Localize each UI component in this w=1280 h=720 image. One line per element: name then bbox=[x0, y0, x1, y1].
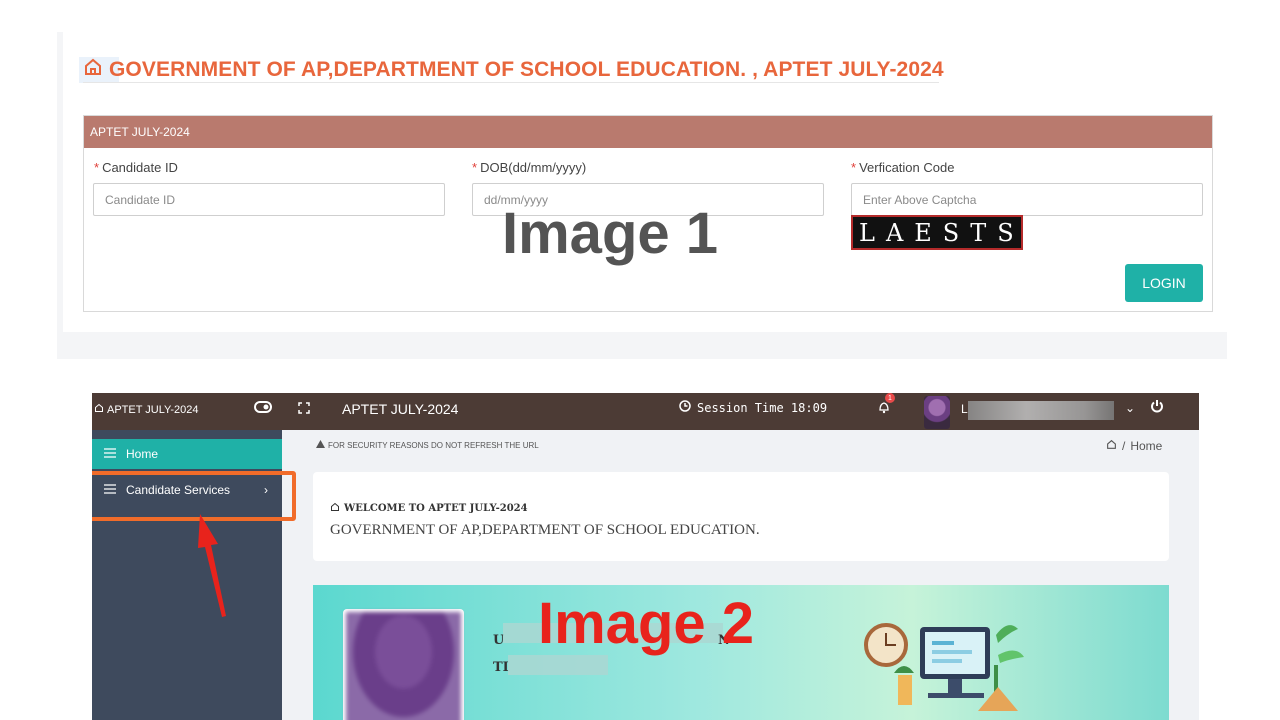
required-marker: * bbox=[851, 160, 857, 175]
login-card: GOVERNMENT OF AP,DEPARTMENT OF SCHOOL ED… bbox=[63, 32, 1227, 332]
clock-icon bbox=[679, 400, 691, 415]
home-icon[interactable] bbox=[1106, 439, 1117, 453]
home-icon bbox=[83, 57, 103, 83]
brand[interactable]: APTET JULY-2024 bbox=[94, 403, 199, 416]
warning-icon bbox=[316, 440, 325, 450]
arrow-icon bbox=[198, 514, 226, 617]
captcha-image: LAESTS bbox=[851, 215, 1023, 250]
avatar[interactable] bbox=[924, 396, 950, 429]
welcome-heading-text: WELCOME TO APTET JULY-2024 bbox=[344, 503, 528, 514]
candidate-id-input[interactable] bbox=[93, 183, 445, 216]
required-marker: * bbox=[472, 160, 478, 175]
page-title-text: GOVERNMENT OF AP,DEPARTMENT OF SCHOOL ED… bbox=[109, 58, 944, 81]
screenshot-dashboard: APTET JULY-2024 APTET JULY-2024 Session … bbox=[92, 393, 1199, 720]
screenshot-login-page: GOVERNMENT OF AP,DEPARTMENT OF SCHOOL ED… bbox=[57, 32, 1227, 359]
breadcrumb-separator: / bbox=[1122, 439, 1126, 453]
redacted-id bbox=[508, 655, 608, 675]
home-icon bbox=[94, 403, 104, 416]
candidate-photo bbox=[343, 609, 464, 720]
candidate-id-label: * Candidate ID bbox=[94, 160, 178, 175]
dob-label: * DOB(dd/mm/yyyy) bbox=[472, 160, 587, 175]
title-divider bbox=[83, 82, 939, 83]
sidebar-item-label: Home bbox=[126, 447, 159, 461]
breadcrumb-current[interactable]: Home bbox=[1130, 439, 1162, 453]
welcome-subtitle: GOVERNMENT OF AP,DEPARTMENT OF SCHOOL ED… bbox=[330, 522, 760, 538]
panel-header: APTET JULY-2024 bbox=[84, 116, 1212, 148]
banner-line-2: TI bbox=[493, 660, 509, 675]
security-notice-text: FOR SECURITY REASONS DO NOT REFRESH THE … bbox=[328, 440, 539, 450]
notification-badge: 1 bbox=[885, 393, 895, 403]
captcha-input[interactable] bbox=[851, 183, 1203, 216]
brand-text: APTET JULY-2024 bbox=[107, 403, 199, 416]
main-content: FOR SECURITY REASONS DO NOT REFRESH THE … bbox=[282, 430, 1199, 720]
verification-code-label: * Verfication Code bbox=[851, 160, 955, 175]
session-timer: Session Time 18:09 bbox=[679, 400, 827, 415]
fullscreen-icon[interactable] bbox=[298, 402, 310, 416]
home-icon bbox=[330, 502, 340, 515]
image-2-label: Image 2 bbox=[538, 591, 754, 656]
welcome-card: WELCOME TO APTET JULY-2024 GOVERNMENT OF… bbox=[313, 472, 1169, 561]
breadcrumb: / Home bbox=[1106, 439, 1162, 453]
menu-icon bbox=[104, 447, 116, 461]
security-notice: FOR SECURITY REASONS DO NOT REFRESH THE … bbox=[316, 440, 539, 450]
sidebar-item-home[interactable]: Home bbox=[92, 439, 282, 469]
login-button[interactable]: LOGIN bbox=[1125, 264, 1203, 302]
top-navbar: APTET JULY-2024 APTET JULY-2024 Session … bbox=[92, 393, 1199, 430]
chevron-down-icon[interactable]: ⌄ bbox=[1125, 401, 1135, 415]
user-initial: L bbox=[961, 402, 968, 416]
image-1-label: Image 1 bbox=[502, 201, 718, 266]
blurred-photo bbox=[346, 612, 461, 720]
toggle-icon[interactable] bbox=[254, 400, 272, 416]
power-icon[interactable] bbox=[1150, 399, 1164, 417]
required-marker: * bbox=[94, 160, 100, 175]
redacted-username bbox=[968, 401, 1114, 420]
session-text: Session Time 18:09 bbox=[697, 400, 828, 415]
page-title: GOVERNMENT OF AP,DEPARTMENT OF SCHOOL ED… bbox=[79, 57, 944, 83]
welcome-heading: WELCOME TO APTET JULY-2024 bbox=[330, 502, 528, 515]
desk-illustration bbox=[864, 623, 1024, 711]
app-title: APTET JULY-2024 bbox=[342, 401, 459, 417]
